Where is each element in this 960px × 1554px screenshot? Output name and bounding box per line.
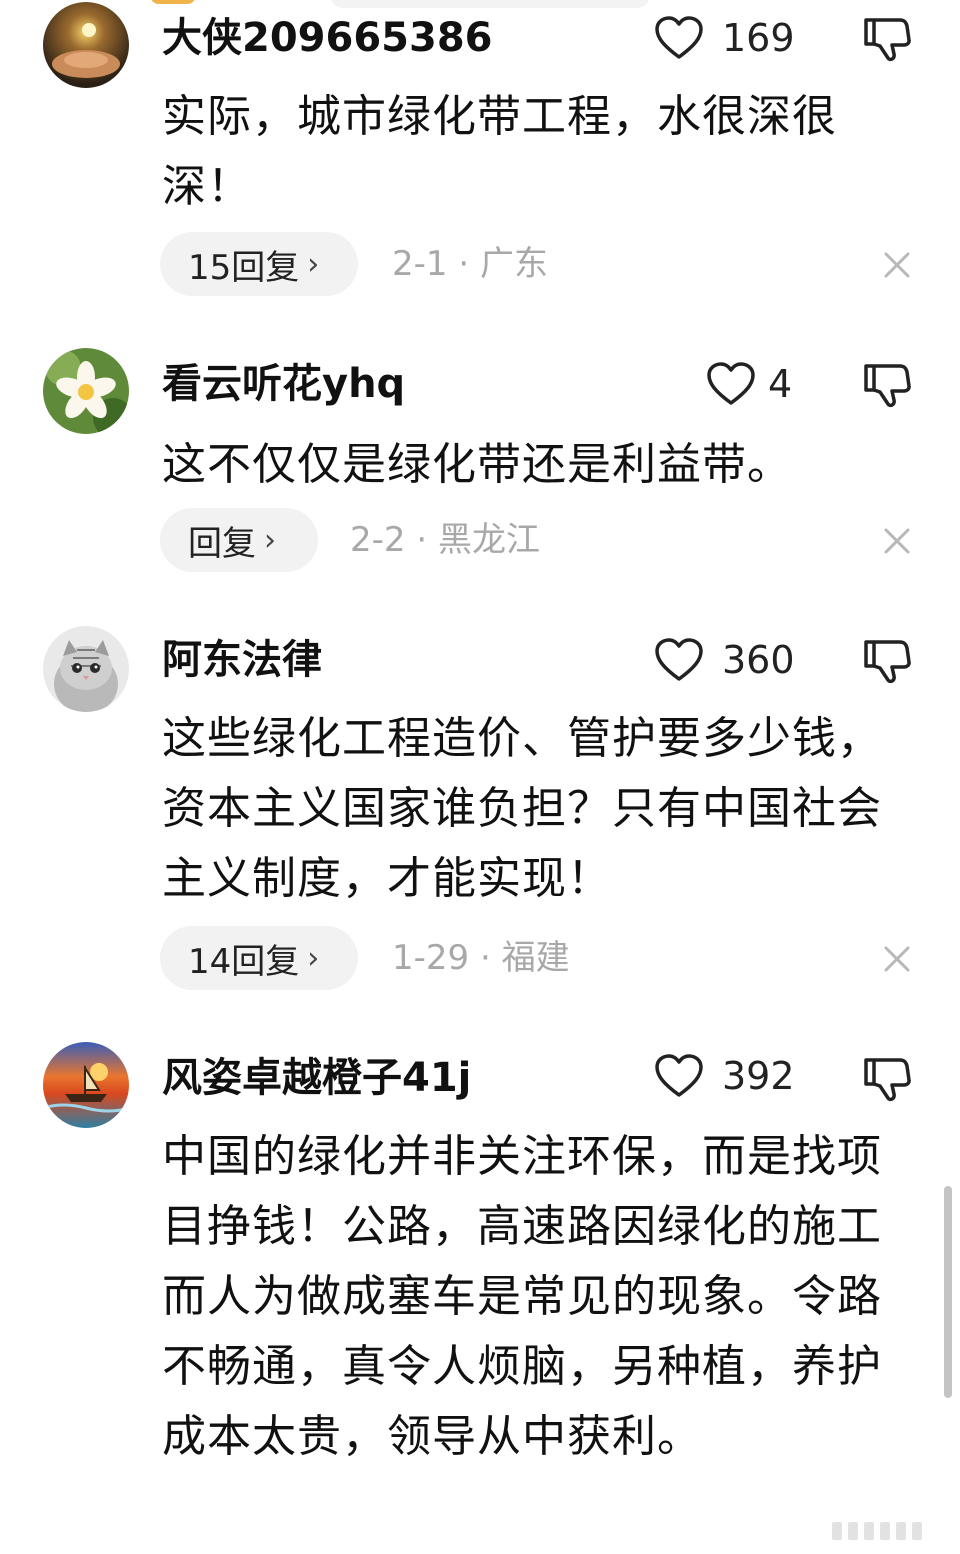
like-count: 169 — [722, 16, 795, 60]
dislike-button[interactable] — [862, 14, 912, 64]
top-avatar-fragment — [150, 0, 196, 4]
heart-outline-icon — [655, 1054, 703, 1097]
reply-label: 14回复 — [188, 941, 300, 982]
username[interactable]: 看云听花yhq — [162, 360, 405, 408]
chevron-right-icon: › — [307, 940, 320, 976]
dislike-button[interactable] — [862, 1054, 912, 1104]
reply-button[interactable]: 14回复 › — [160, 926, 358, 990]
thumbs-down-icon — [864, 640, 911, 684]
chevron-right-icon: › — [264, 522, 276, 558]
user-avatar[interactable] — [43, 348, 129, 434]
comment-text: 这不仅仅是绿化带还是利益带。 — [162, 439, 792, 490]
like-count: 4 — [768, 362, 793, 406]
user-avatar[interactable] — [43, 2, 129, 88]
like-button[interactable]: 169 — [654, 10, 804, 66]
comment-meta: 2-1 · 广东 — [392, 244, 548, 284]
comment-meta: 2-2 · 黑龙江 — [350, 520, 540, 560]
username[interactable]: 大侠209665386 — [162, 14, 493, 62]
heart-outline-icon — [655, 638, 703, 681]
close-icon[interactable] — [880, 524, 914, 558]
like-count: 392 — [722, 1054, 795, 1098]
reply-button[interactable]: 15回复 › — [160, 232, 358, 296]
thumbs-down-icon — [864, 18, 911, 62]
comment-meta: 1-29 · 福建 — [392, 938, 570, 978]
reply-label: 回复 — [188, 523, 256, 564]
username[interactable]: 风姿卓越橙子41j — [162, 1054, 471, 1102]
like-button[interactable]: 4 — [706, 356, 856, 412]
comment-text: 这些绿化工程造价、管护要多少钱，资本主义国家谁负担？只有中国社会主义制度，才能实… — [162, 713, 882, 904]
heart-outline-icon — [655, 16, 703, 59]
user-avatar[interactable] — [43, 626, 129, 712]
like-button[interactable]: 392 — [654, 1048, 804, 1104]
top-input-fragment[interactable] — [330, 0, 650, 8]
chevron-right-icon: › — [307, 246, 320, 282]
reply-button[interactable]: 回复 › — [160, 508, 318, 572]
reply-label: 15回复 — [188, 247, 300, 288]
like-button[interactable]: 360 — [654, 632, 804, 688]
thumbs-down-icon — [864, 364, 911, 408]
watermark — [832, 1522, 952, 1546]
dislike-button[interactable] — [862, 636, 912, 686]
dislike-button[interactable] — [862, 360, 912, 410]
like-count: 360 — [722, 638, 795, 682]
comment-text: 实际，城市绿化带工程，水很深很深！ — [162, 91, 837, 212]
close-icon[interactable] — [880, 248, 914, 282]
close-icon[interactable] — [880, 942, 914, 976]
comment-text: 中国的绿化并非关注环保，而是找项目挣钱！公路，高速路因绿化的施工而人为做成塞车是… — [162, 1131, 882, 1462]
thumbs-down-icon — [864, 1058, 911, 1102]
scrollbar-thumb[interactable] — [944, 1186, 952, 1398]
heart-outline-icon — [707, 362, 755, 405]
user-avatar[interactable] — [43, 1042, 129, 1128]
username[interactable]: 阿东法律 — [162, 636, 322, 684]
